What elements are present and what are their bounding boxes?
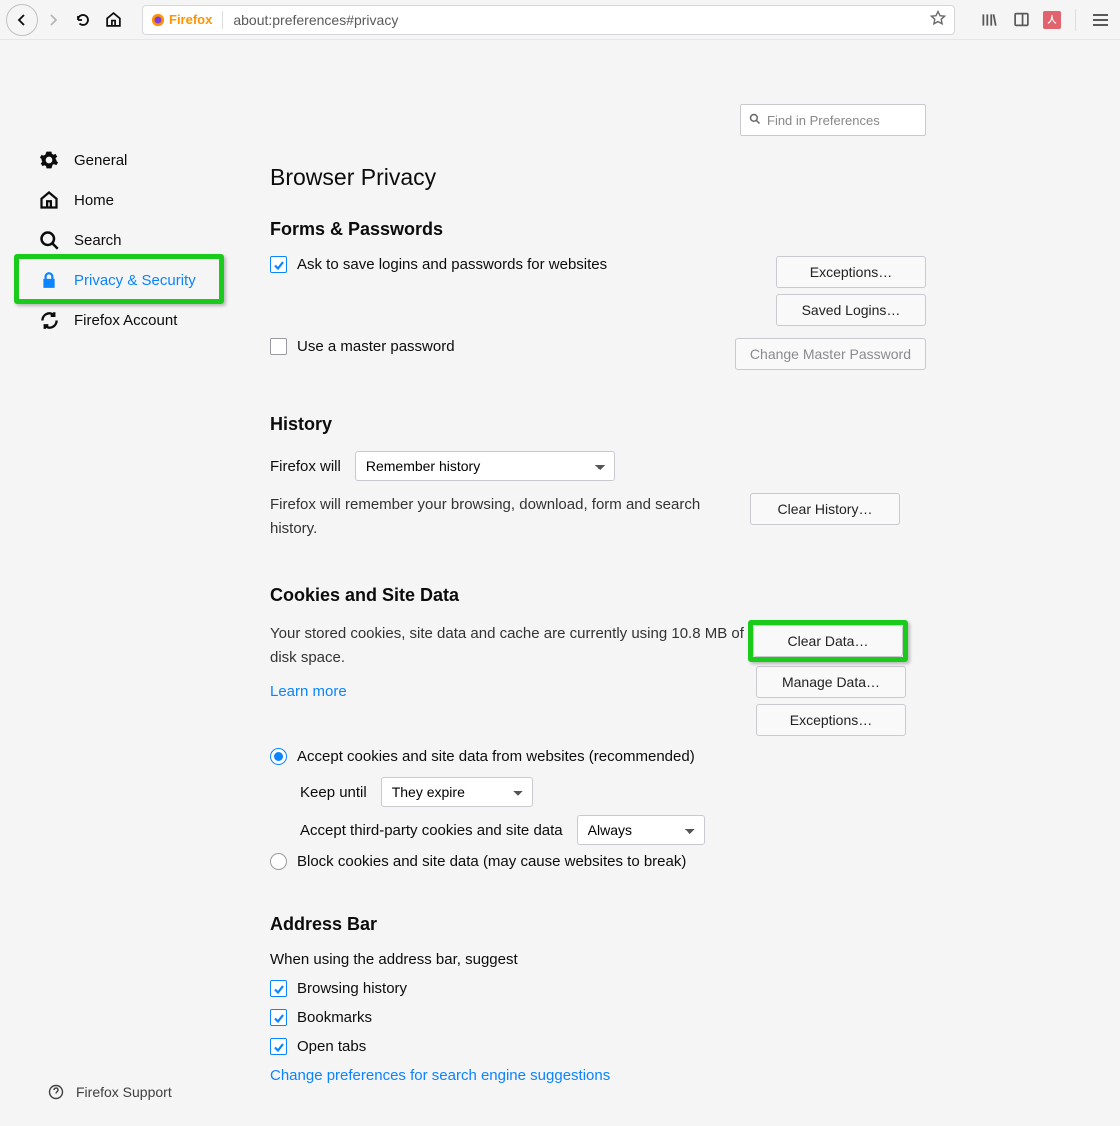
keep-until-select[interactable]: They expire: [381, 777, 533, 807]
label-browsing-history: Browsing history: [297, 980, 407, 997]
sidebar-item-label: Firefox Account: [74, 312, 177, 329]
change-search-prefs-link[interactable]: Change preferences for search engine sug…: [270, 1067, 610, 1084]
radio-block-cookies[interactable]: [270, 853, 287, 870]
help-icon: [48, 1084, 64, 1100]
section-forms-passwords: Forms & Passwords Ask to save logins and…: [270, 219, 926, 370]
home-icon: [105, 11, 122, 28]
forward-button[interactable]: [38, 5, 68, 35]
sidebar-item-search[interactable]: Search: [38, 220, 248, 260]
label-master-password: Use a master password: [297, 338, 455, 355]
radio-accept-cookies[interactable]: [270, 748, 287, 765]
address-intro: When using the address bar, suggest: [270, 951, 926, 968]
section-heading: Forms & Passwords: [270, 219, 926, 240]
sidebar-item-label: General: [74, 152, 127, 169]
find-in-preferences[interactable]: Find in Preferences: [740, 104, 926, 136]
sidebar-item-label: Search: [74, 232, 122, 249]
third-party-select[interactable]: Always: [577, 815, 705, 845]
toolbar-separator: [1075, 9, 1076, 31]
label-keep-until: Keep until: [300, 784, 367, 801]
sync-icon: [38, 311, 60, 330]
hamburger-icon: [1093, 14, 1108, 26]
section-heading: Address Bar: [270, 914, 926, 935]
arrow-right-icon: [45, 12, 61, 28]
lock-icon: [38, 271, 60, 289]
section-heading: Cookies and Site Data: [270, 585, 926, 606]
label-bookmarks: Bookmarks: [297, 1009, 372, 1026]
history-mode-select[interactable]: Remember history: [355, 451, 615, 481]
sidebar-item-account[interactable]: Firefox Account: [38, 300, 248, 340]
url-bar[interactable]: Firefox about:preferences#privacy: [142, 5, 955, 35]
back-button[interactable]: [6, 4, 38, 36]
arrow-left-icon: [14, 12, 30, 28]
menu-button[interactable]: [1090, 10, 1110, 30]
urlbar-separator: [222, 11, 223, 29]
sidebar-item-home[interactable]: Home: [38, 180, 248, 220]
cookies-exceptions-button[interactable]: Exceptions…: [756, 704, 906, 736]
preferences-sidebar: General Home Search Privacy & Security: [0, 40, 248, 1126]
sidebar-icon[interactable]: [1011, 10, 1031, 30]
section-history: History Firefox will Remember history Fi…: [270, 414, 926, 541]
learn-more-link[interactable]: Learn more: [270, 680, 347, 704]
sidebar-item-label: Home: [74, 192, 114, 209]
label-ask-save-logins: Ask to save logins and passwords for web…: [297, 256, 607, 273]
checkbox-open-tabs[interactable]: [270, 1038, 287, 1055]
page-title: Browser Privacy: [270, 164, 926, 191]
change-master-password-button: Change Master Password: [735, 338, 926, 370]
section-cookies: Cookies and Site Data Your stored cookie…: [270, 585, 926, 870]
history-description: Firefox will remember your browsing, dow…: [270, 493, 750, 541]
browser-toolbar: Firefox about:preferences#privacy 人: [0, 0, 1120, 40]
pdf-icon[interactable]: 人: [1043, 11, 1061, 29]
manage-data-button[interactable]: Manage Data…: [756, 666, 906, 698]
bookmark-star-icon[interactable]: [930, 10, 946, 29]
url-text: about:preferences#privacy: [233, 12, 398, 28]
sidebar-item-label: Privacy & Security: [74, 272, 196, 289]
gear-icon: [38, 150, 60, 170]
firefox-icon: [151, 13, 165, 27]
sidebar-item-general[interactable]: General: [38, 140, 248, 180]
checkbox-bookmarks[interactable]: [270, 1009, 287, 1026]
section-address-bar: Address Bar When using the address bar, …: [270, 914, 926, 1084]
support-label: Firefox Support: [76, 1084, 172, 1100]
preferences-main: Find in Preferences Browser Privacy Form…: [248, 40, 948, 1126]
find-placeholder: Find in Preferences: [767, 113, 880, 128]
label-block-cookies: Block cookies and site data (may cause w…: [297, 853, 686, 870]
checkbox-ask-save-logins[interactable]: [270, 256, 287, 273]
clear-history-button[interactable]: Clear History…: [750, 493, 900, 525]
reload-button[interactable]: [68, 5, 98, 35]
sidebar-item-privacy[interactable]: Privacy & Security: [38, 260, 248, 300]
label-firefox-will: Firefox will: [270, 458, 341, 475]
checkbox-master-password[interactable]: [270, 338, 287, 355]
library-icon[interactable]: [979, 10, 999, 30]
section-heading: History: [270, 414, 926, 435]
home-icon: [38, 190, 60, 210]
reload-icon: [75, 12, 91, 28]
toolbar-right: 人: [969, 9, 1114, 31]
search-icon: [38, 230, 60, 250]
sidebar-support[interactable]: Firefox Support: [48, 1084, 172, 1100]
search-icon: [749, 113, 761, 128]
label-accept-cookies: Accept cookies and site data from websit…: [297, 748, 695, 765]
cookies-usage-text: Your stored cookies, site data and cache…: [270, 622, 750, 670]
exceptions-button[interactable]: Exceptions…: [776, 256, 926, 288]
saved-logins-button[interactable]: Saved Logins…: [776, 294, 926, 326]
identity-label: Firefox: [169, 12, 212, 27]
checkbox-browsing-history[interactable]: [270, 980, 287, 997]
label-open-tabs: Open tabs: [297, 1038, 366, 1055]
clear-data-button[interactable]: Clear Data…: [753, 625, 903, 657]
label-third-party: Accept third-party cookies and site data: [300, 822, 563, 839]
home-button[interactable]: [98, 5, 128, 35]
